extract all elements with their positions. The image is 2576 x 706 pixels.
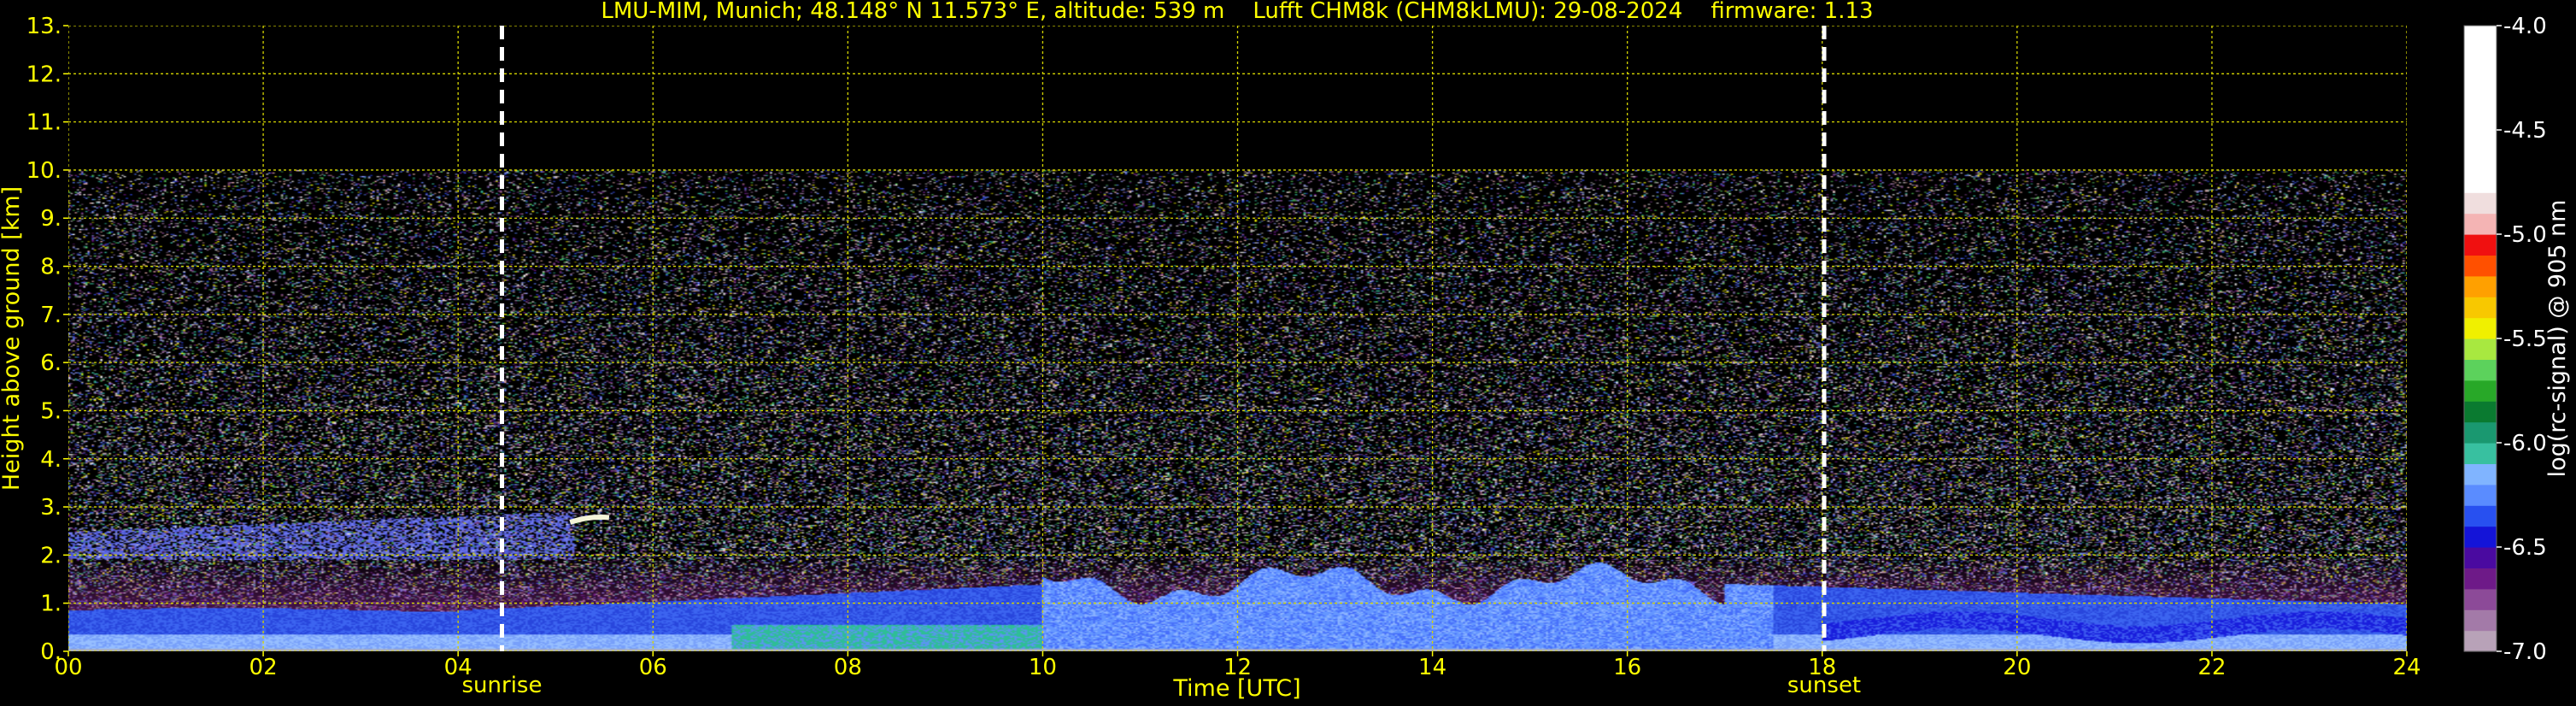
colorbar-segment [2464,317,2497,339]
colorbar-segment [2464,630,2497,652]
y-tick-label: 4. [40,447,62,473]
colorbar-segment [2464,505,2497,527]
colorbar-label: log(rc-signal) @ 905 nm [2544,200,2571,478]
colorbar-segments [2464,26,2497,652]
colorbar-tick-label: -5.0 [2503,222,2547,248]
colorbar-segment [2464,588,2497,610]
colorbar-tick-label: -5.5 [2503,327,2547,352]
colorbar-segment [2464,192,2497,215]
y-axis-label: Height above ground [km] [0,186,25,491]
x-tick-label: 20 [2003,655,2031,680]
colorbar-segment [2464,526,2497,548]
y-tick-label: 0. [40,639,62,665]
colorbar-segment [2464,421,2497,444]
colorbar-segment [2464,255,2497,277]
x-tick-label: 14 [1418,655,1446,680]
x-tick-label: 02 [249,655,278,680]
colorbar-segment [2464,275,2497,297]
colorbar-segment [2464,568,2497,590]
y-tick-label: 7. [40,303,62,328]
colorbar-tick-label: -6.5 [2503,535,2547,561]
x-tick-label: 22 [2198,655,2226,680]
plot-area: 00 02 04 06 08 10 12 14 16 18 20 22 24 0.1.2.3.4.5.6… [26,14,2421,698]
colorbar-segment [2464,547,2497,568]
y-tick-label: 12. [26,62,62,87]
y-tick-label: 11. [26,110,62,136]
colorbar-tick-label: -7.0 [2503,639,2547,665]
y-tick-label: 6. [40,350,62,376]
x-axis-label: Time [UTC] [1172,675,1300,702]
y-tick-label: 1. [40,591,62,617]
colorbar-segment [2464,401,2497,423]
x-tick-label: 24 [2392,655,2421,680]
colorbar-segment [2464,379,2497,402]
y-tick-label: 3. [40,495,62,521]
colorbar-segment [2464,463,2497,485]
colorbar-segment [2464,213,2497,235]
sun-marker-label: sunrise [462,673,543,698]
colorbar-tick-label: -6.0 [2503,431,2547,456]
colorbar-segment [2464,484,2497,506]
y-tick-label: 13. [26,14,62,39]
y-tick-label: 10. [26,158,62,184]
colorbar-segment [2464,338,2497,360]
colorbar-segment [2464,26,2497,193]
colorbar-segment [2464,443,2497,464]
colorbar-tick-label: -4.0 [2503,14,2547,39]
colorbar-segment [2464,609,2497,632]
y-tick-label: 2. [40,543,62,568]
x-tick-label: 10 [1029,655,1057,680]
x-tick-label: 16 [1613,655,1641,680]
ceilometer-chart: LMU-MIM, Munich; 48.148° N 11.573° E, al… [0,0,2576,706]
x-tick-label: 08 [834,655,862,680]
y-tick-label: 9. [40,206,62,232]
y-tick-label: 5. [40,398,62,424]
colorbar-segment [2464,359,2497,381]
sun-marker-label: sunset [1787,673,1861,698]
y-tick-label: 8. [40,255,62,280]
x-tick-label: 06 [639,655,667,680]
colorbar-segment [2464,297,2497,319]
colorbar-tick-label: -4.5 [2503,118,2547,144]
colorbar-segment [2464,234,2497,256]
chart-title: LMU-MIM, Munich; 48.148° N 11.573° E, al… [601,0,1873,24]
